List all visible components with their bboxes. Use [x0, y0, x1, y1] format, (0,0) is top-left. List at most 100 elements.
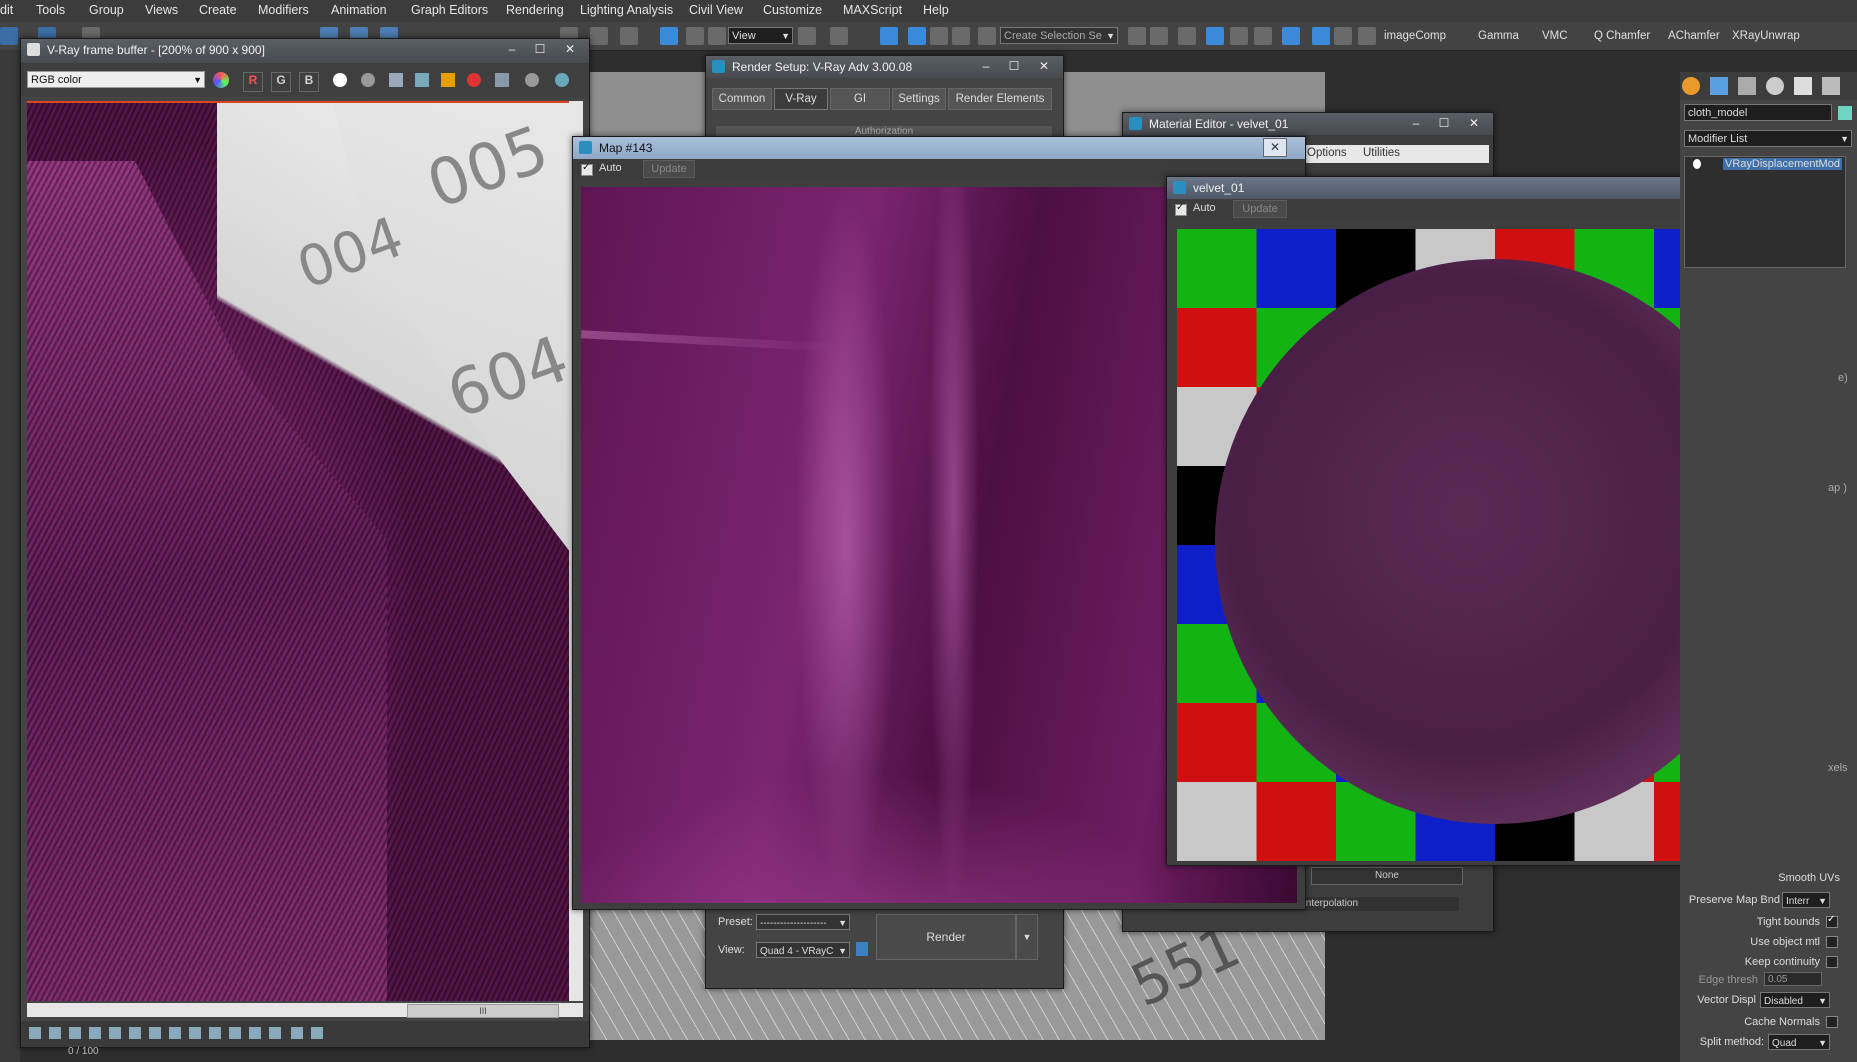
vfb-maximize-button[interactable]: ☐ — [527, 41, 553, 58]
render-production-icon[interactable] — [1358, 27, 1376, 45]
motion-tab-icon[interactable] — [1766, 77, 1784, 95]
color-picker-icon[interactable] — [213, 72, 229, 88]
layer-manager-icon[interactable] — [1178, 27, 1196, 45]
tab-render-elements[interactable]: Render Elements — [948, 88, 1052, 110]
vfb-bottom-icon[interactable] — [69, 1027, 81, 1039]
material-editor-titlebar[interactable]: Material Editor - velvet_01 ‒ ☐ ✕ — [1123, 113, 1493, 135]
menu-civil-view[interactable]: Civil View — [689, 3, 743, 17]
split-method-dropdown[interactable]: Quad ▼ — [1768, 1034, 1830, 1050]
menu-maxscript[interactable]: MAXScript — [843, 3, 902, 17]
reference-coordinate-dropdown[interactable]: View ▼ — [728, 27, 793, 44]
tab-vray[interactable]: V-Ray — [774, 88, 828, 110]
script-xrayunwrap[interactable]: XRayUnwrap — [1732, 30, 1800, 42]
script-vmc[interactable]: VMC — [1542, 30, 1568, 42]
use-object-mtl-checkbox[interactable] — [1826, 936, 1838, 948]
save-image-icon[interactable] — [389, 73, 403, 87]
vfb-bottom-icon[interactable] — [49, 1027, 61, 1039]
vfb-bottom-icon[interactable] — [269, 1027, 281, 1039]
region-select-icon[interactable] — [590, 27, 608, 45]
vfb-render-image[interactable]: 005 004 604 — [27, 101, 569, 1001]
vector-displ-dropdown[interactable]: Disabled ▼ — [1760, 992, 1830, 1008]
display-tab-icon[interactable] — [1794, 77, 1812, 95]
menu-create[interactable]: Create — [199, 3, 237, 17]
duplicate-vfb-icon[interactable] — [415, 73, 429, 87]
menu-edit[interactable]: dit — [0, 3, 13, 17]
alpha-view-icon[interactable] — [361, 73, 375, 87]
script-q-chamfer[interactable]: Q Chamfer — [1594, 30, 1650, 42]
track-mouse-icon[interactable] — [495, 73, 509, 87]
interactive-render-icon[interactable] — [555, 73, 569, 87]
vfb-bottom-icon[interactable] — [89, 1027, 101, 1039]
hierarchy-tab-icon[interactable] — [1738, 77, 1756, 95]
tab-common[interactable]: Common — [712, 88, 772, 110]
vfb-bottom-icon[interactable] — [109, 1027, 121, 1039]
spinner-snap-icon[interactable] — [952, 27, 970, 45]
channel-dropdown[interactable]: RGB color ▼ — [27, 71, 205, 88]
view-dropdown[interactable]: Quad 4 - VRayC ▼ — [756, 942, 850, 958]
velvet-update-button[interactable]: Update — [1233, 200, 1287, 218]
vfb-minimize-button[interactable]: ‒ — [499, 41, 525, 58]
tab-gi[interactable]: GI — [830, 88, 890, 110]
vfb-bottom-icon[interactable] — [311, 1027, 323, 1039]
green-channel-toggle[interactable]: G — [271, 72, 291, 92]
vfb-titlebar[interactable]: V-Ray frame buffer - [200% of 900 x 900]… — [21, 39, 589, 63]
menu-modifiers[interactable]: Modifiers — [258, 3, 309, 17]
map-auto-checkbox[interactable] — [581, 162, 593, 176]
utilities-tab-icon[interactable] — [1822, 77, 1840, 95]
region-render-icon[interactable] — [525, 73, 539, 87]
create-tab-icon[interactable] — [1682, 77, 1700, 95]
schematic-view-icon[interactable] — [1254, 27, 1272, 45]
render-button[interactable]: Render — [876, 914, 1016, 960]
red-channel-toggle[interactable]: R — [243, 72, 263, 92]
menu-utilities[interactable]: Utilities — [1363, 147, 1400, 159]
menu-rendering[interactable]: Rendering — [506, 3, 564, 17]
script-gamma[interactable]: Gamma — [1478, 30, 1519, 42]
preserve-map-bnd-dropdown[interactable]: Interr ▼ — [1782, 892, 1830, 908]
material-editor-minimize-button[interactable]: ‒ — [1403, 115, 1429, 132]
object-color-swatch[interactable] — [1838, 106, 1852, 120]
menu-lighting-analysis[interactable]: Lighting Analysis — [580, 3, 673, 17]
script-imagecomp[interactable]: imageComp — [1384, 30, 1446, 42]
vfb-horizontal-scrollbar[interactable]: III — [27, 1003, 583, 1018]
menu-graph-editors[interactable]: Graph Editors — [411, 3, 488, 17]
scene-explorer-icon[interactable] — [1206, 27, 1224, 45]
curve-editor-icon[interactable] — [1230, 27, 1248, 45]
named-selection-set-dropdown[interactable]: Create Selection Se ▼ — [1000, 27, 1118, 44]
vfb-bottom-icon[interactable] — [129, 1027, 141, 1039]
mirror-icon[interactable] — [1128, 27, 1146, 45]
vfb-bottom-icon[interactable] — [209, 1027, 221, 1039]
rendered-frame-window-icon[interactable] — [1334, 27, 1352, 45]
render-setup-maximize-button[interactable]: ☐ — [1001, 58, 1027, 75]
cache-normals-checkbox[interactable] — [1826, 1016, 1838, 1028]
angle-snap-icon[interactable] — [908, 27, 926, 45]
menu-help[interactable]: Help — [923, 3, 949, 17]
keep-continuity-checkbox[interactable] — [1826, 956, 1838, 968]
vfb-bottom-icon[interactable] — [249, 1027, 261, 1039]
edit-named-selection-icon[interactable] — [978, 27, 996, 45]
material-editor-icon[interactable] — [1282, 27, 1300, 45]
light-bulb-icon[interactable] — [1693, 159, 1701, 169]
manipulate-icon[interactable] — [830, 27, 848, 45]
vfb-bottom-icon[interactable] — [229, 1027, 241, 1039]
map-update-button[interactable]: Update — [643, 160, 695, 178]
undo-icon[interactable] — [0, 27, 18, 45]
map-preview-close-button[interactable]: ✕ — [1263, 138, 1287, 157]
tight-bounds-checkbox[interactable] — [1826, 914, 1838, 928]
vfb-bottom-icon[interactable] — [169, 1027, 181, 1039]
render-type-dropdown[interactable]: ▼ — [1016, 914, 1038, 960]
blue-channel-toggle[interactable]: B — [299, 72, 319, 92]
vfb-bottom-icon[interactable] — [149, 1027, 161, 1039]
render-setup-titlebar[interactable]: Render Setup: V-Ray Adv 3.00.08 ‒ ☐ ✕ — [706, 56, 1063, 78]
clear-image-icon[interactable] — [467, 73, 481, 87]
pivot-icon[interactable] — [798, 27, 816, 45]
velvet-auto-checkbox[interactable] — [1175, 202, 1187, 216]
menu-views[interactable]: Views — [145, 3, 178, 17]
vfb-bottom-icon[interactable] — [29, 1027, 41, 1039]
vfb-bottom-icon[interactable] — [189, 1027, 201, 1039]
edge-thresh-spinner[interactable]: 0.05 — [1764, 972, 1822, 986]
menu-group[interactable]: Group — [89, 3, 124, 17]
modifier-list-dropdown[interactable]: Modifier List ▼ — [1684, 130, 1852, 147]
render-setup-minimize-button[interactable]: ‒ — [973, 58, 999, 75]
material-editor-close-button[interactable]: ✕ — [1461, 115, 1487, 132]
vfb-scroll-thumb[interactable]: III — [407, 1004, 559, 1018]
